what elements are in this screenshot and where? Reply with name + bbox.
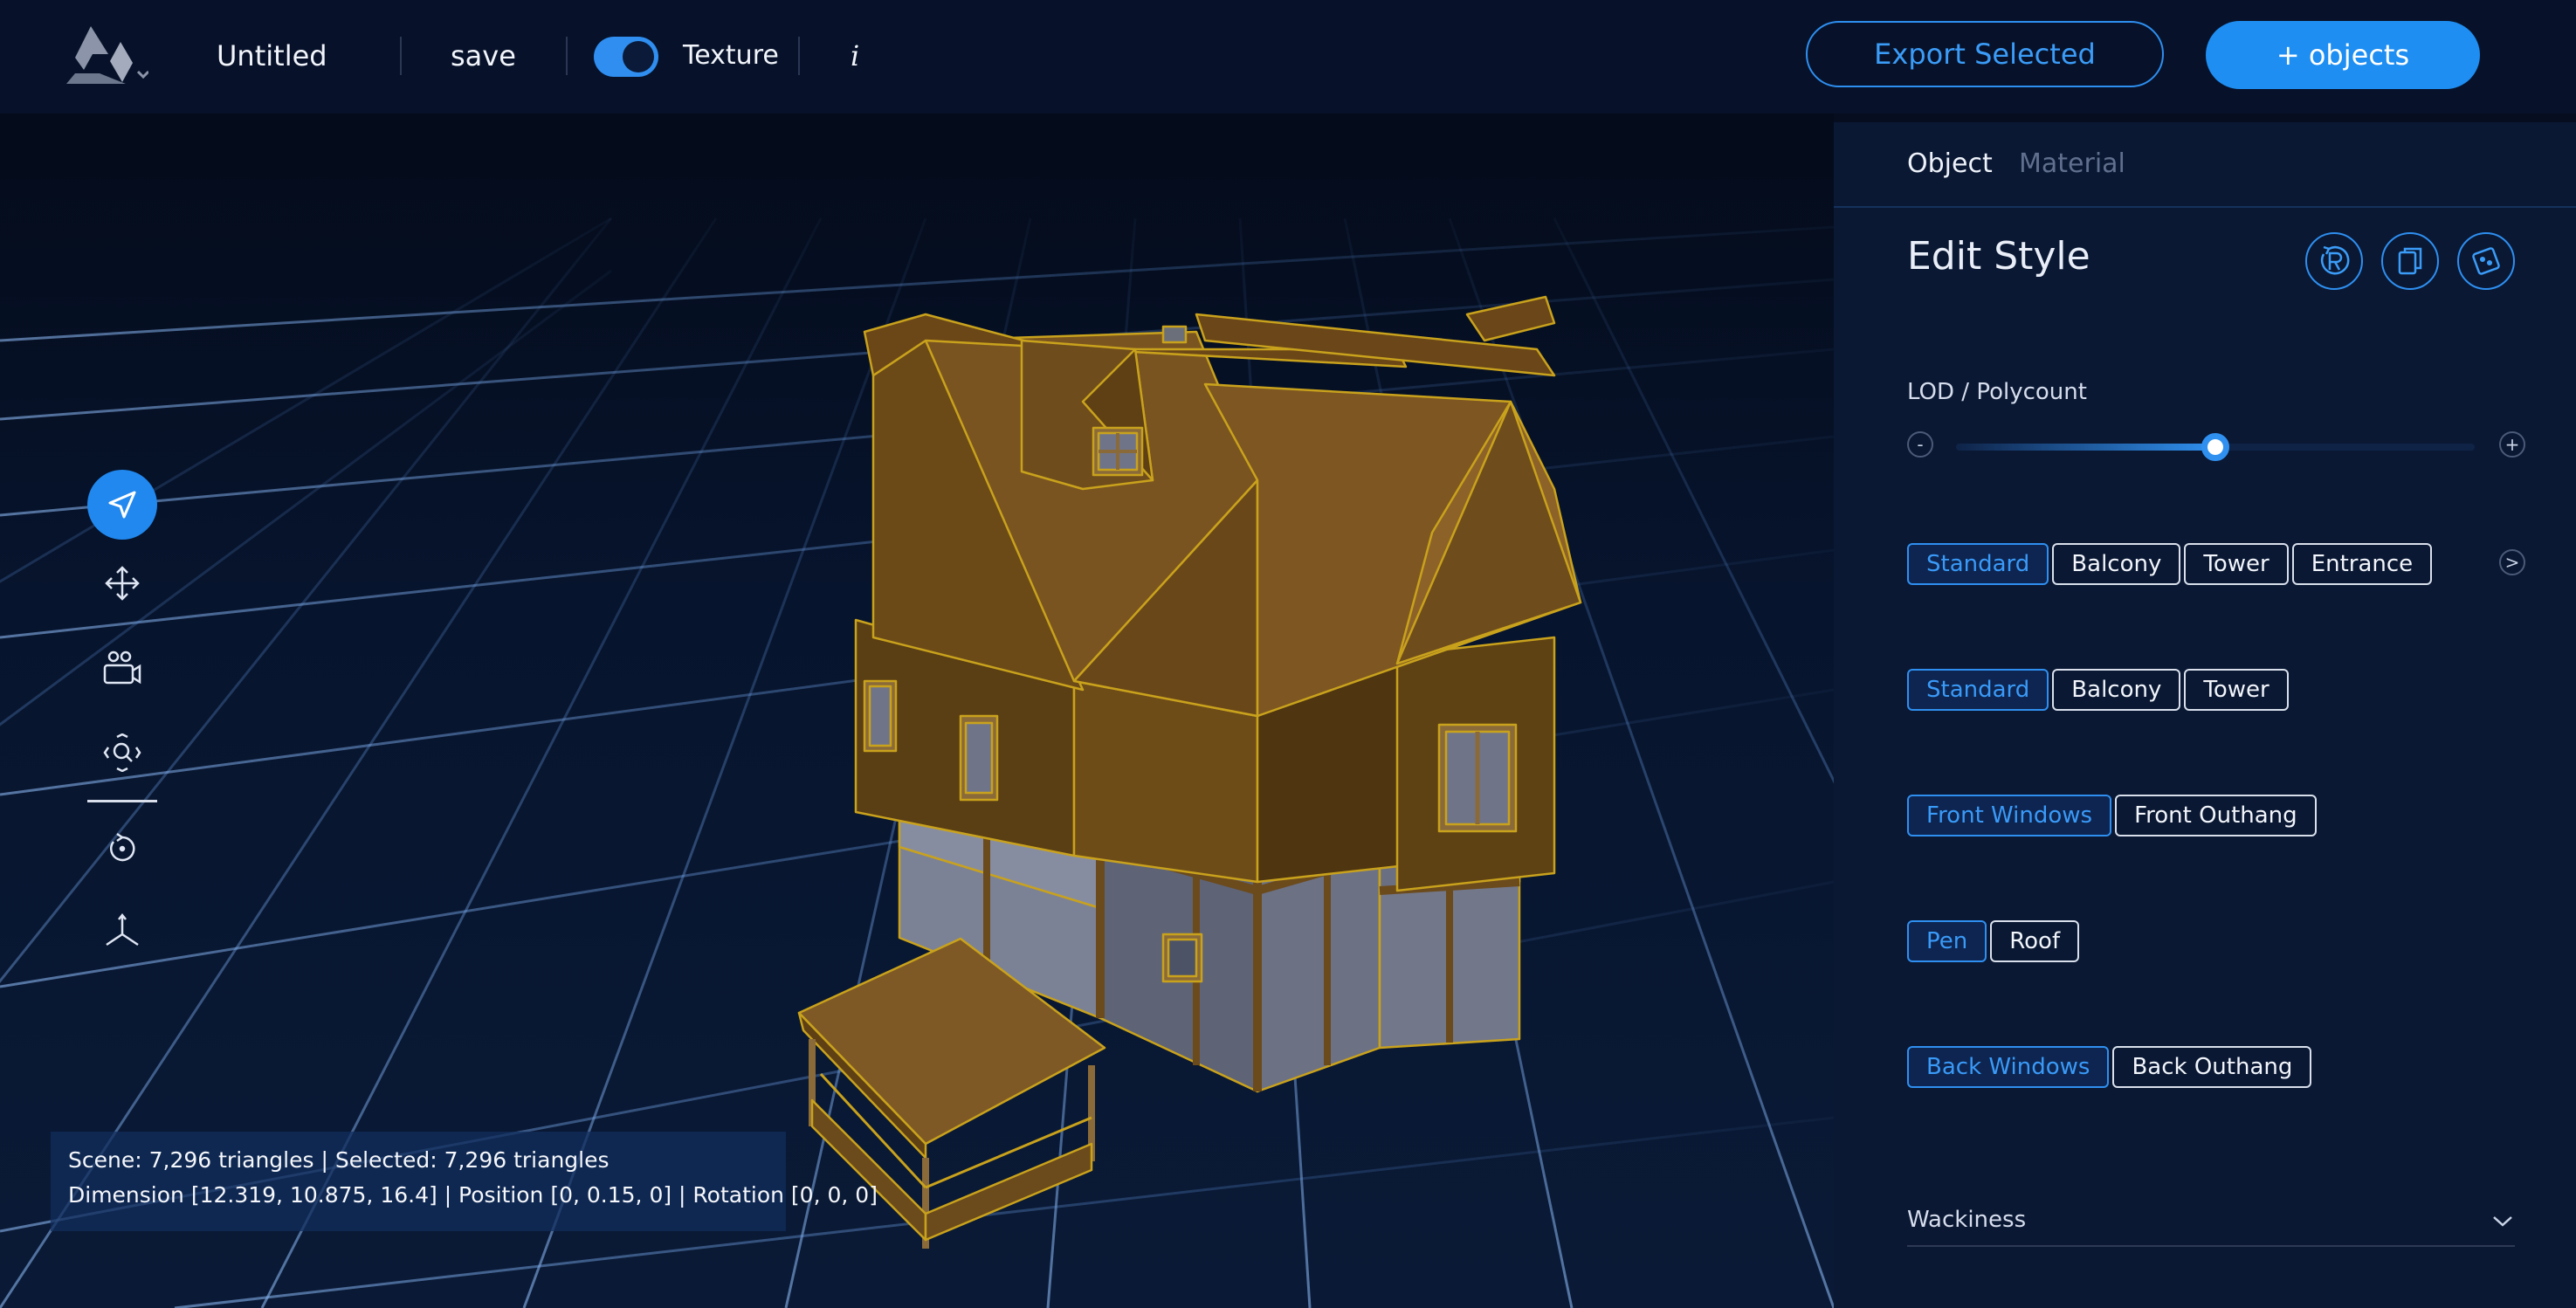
zoom-tool[interactable] <box>87 718 157 788</box>
lod-slider-handle[interactable] <box>2201 433 2229 461</box>
option-chip[interactable]: Standard <box>1907 543 2049 585</box>
save-button[interactable]: save <box>451 35 516 77</box>
camera-people-icon <box>103 651 141 685</box>
document-title[interactable]: Untitled <box>217 35 327 77</box>
camera-tool[interactable] <box>87 634 157 704</box>
transform-info-text: Dimension [12.319, 10.875, 16.4] | Posit… <box>68 1182 878 1208</box>
properties-panel: Object Material Edit Style LOD / Polycou… <box>1834 122 2576 1308</box>
options-next-button[interactable]: > <box>2499 549 2525 575</box>
reset-button[interactable] <box>2305 232 2363 290</box>
divider <box>400 37 402 75</box>
option-chip[interactable]: Tower <box>2184 669 2289 711</box>
zoom-search-icon <box>103 733 141 772</box>
reset-icon <box>2320 245 2350 275</box>
texture-toggle[interactable] <box>594 37 658 77</box>
divider <box>566 37 568 75</box>
panel-tabs: Object Material <box>1834 122 2576 208</box>
option-chip[interactable]: Back Outhang <box>2112 1046 2312 1088</box>
top-bar: Untitled save Texture i Export Selected … <box>0 0 2576 114</box>
style-row-5: Back Windows Back Outhang <box>1907 1046 2312 1088</box>
style-row-4: Pen Roof <box>1907 920 2080 962</box>
option-chip[interactable]: Pen <box>1907 920 1987 962</box>
tab-material[interactable]: Material <box>2019 148 2125 179</box>
option-chip[interactable]: Roof <box>1990 920 2080 962</box>
option-chip[interactable]: Standard <box>1907 669 2049 711</box>
lod-label: LOD / Polycount <box>1907 379 2087 405</box>
option-chip[interactable]: Tower <box>2184 543 2289 585</box>
option-chip[interactable]: Front Outhang <box>2115 795 2317 836</box>
lod-increase-button[interactable]: + <box>2499 431 2525 458</box>
triangle-count-text: Scene: 7,296 triangles | Selected: 7,296… <box>68 1147 610 1173</box>
app-logo-icon[interactable] <box>58 19 150 93</box>
option-chip[interactable]: Balcony <box>2052 543 2181 585</box>
lod-decrease-button[interactable]: - <box>1907 431 1933 458</box>
export-selected-button[interactable]: Export Selected <box>1806 21 2164 87</box>
copy-button[interactable] <box>2381 232 2439 290</box>
option-chip[interactable]: Entrance <box>2291 543 2433 585</box>
rotate-icon <box>110 832 135 862</box>
style-row-3: Front Windows Front Outhang <box>1907 795 2317 836</box>
info-button[interactable]: i <box>851 35 859 77</box>
navigation-arrow-icon <box>108 491 136 519</box>
wackiness-label: Wackiness <box>1907 1207 2027 1233</box>
wackiness-dropdown[interactable]: Wackiness <box>1907 1207 2515 1247</box>
option-chip[interactable]: Balcony <box>2052 669 2181 711</box>
dice-icon <box>2472 247 2500 275</box>
divider <box>798 37 800 75</box>
texture-label: Texture <box>683 40 779 71</box>
option-chip[interactable]: Back Windows <box>1907 1046 2110 1088</box>
lod-slider[interactable] <box>1956 433 2475 461</box>
chevron-down-icon <box>2493 1216 2512 1227</box>
randomize-button[interactable] <box>2457 232 2515 290</box>
tab-object[interactable]: Object <box>1907 148 1993 179</box>
copy-icon <box>2398 247 2422 275</box>
option-chip[interactable]: Front Windows <box>1907 795 2112 836</box>
style-row-2: Standard Balcony Tower <box>1907 669 2289 711</box>
axis-tool[interactable] <box>87 896 157 966</box>
move-arrows-icon <box>105 566 140 601</box>
scene-stats-panel: Scene: 7,296 triangles | Selected: 7,296… <box>51 1132 878 1231</box>
style-row-1: Standard Balcony Tower Entrance <box>1907 543 2433 585</box>
3d-viewport[interactable]: Scene: 7,296 triangles | Selected: 7,296… <box>0 114 1834 1308</box>
section-title: Edit Style <box>1907 234 2090 279</box>
rotate-tool[interactable] <box>87 814 157 884</box>
move-tool[interactable] <box>87 548 157 618</box>
tool-divider <box>87 800 157 802</box>
lod-slider-fill <box>1956 444 2215 451</box>
add-objects-button[interactable]: + objects <box>2206 21 2480 89</box>
select-tool[interactable] <box>87 470 157 540</box>
toggle-knob <box>623 41 654 72</box>
house-model[interactable] <box>0 114 1834 1308</box>
axis-icon <box>106 912 139 947</box>
